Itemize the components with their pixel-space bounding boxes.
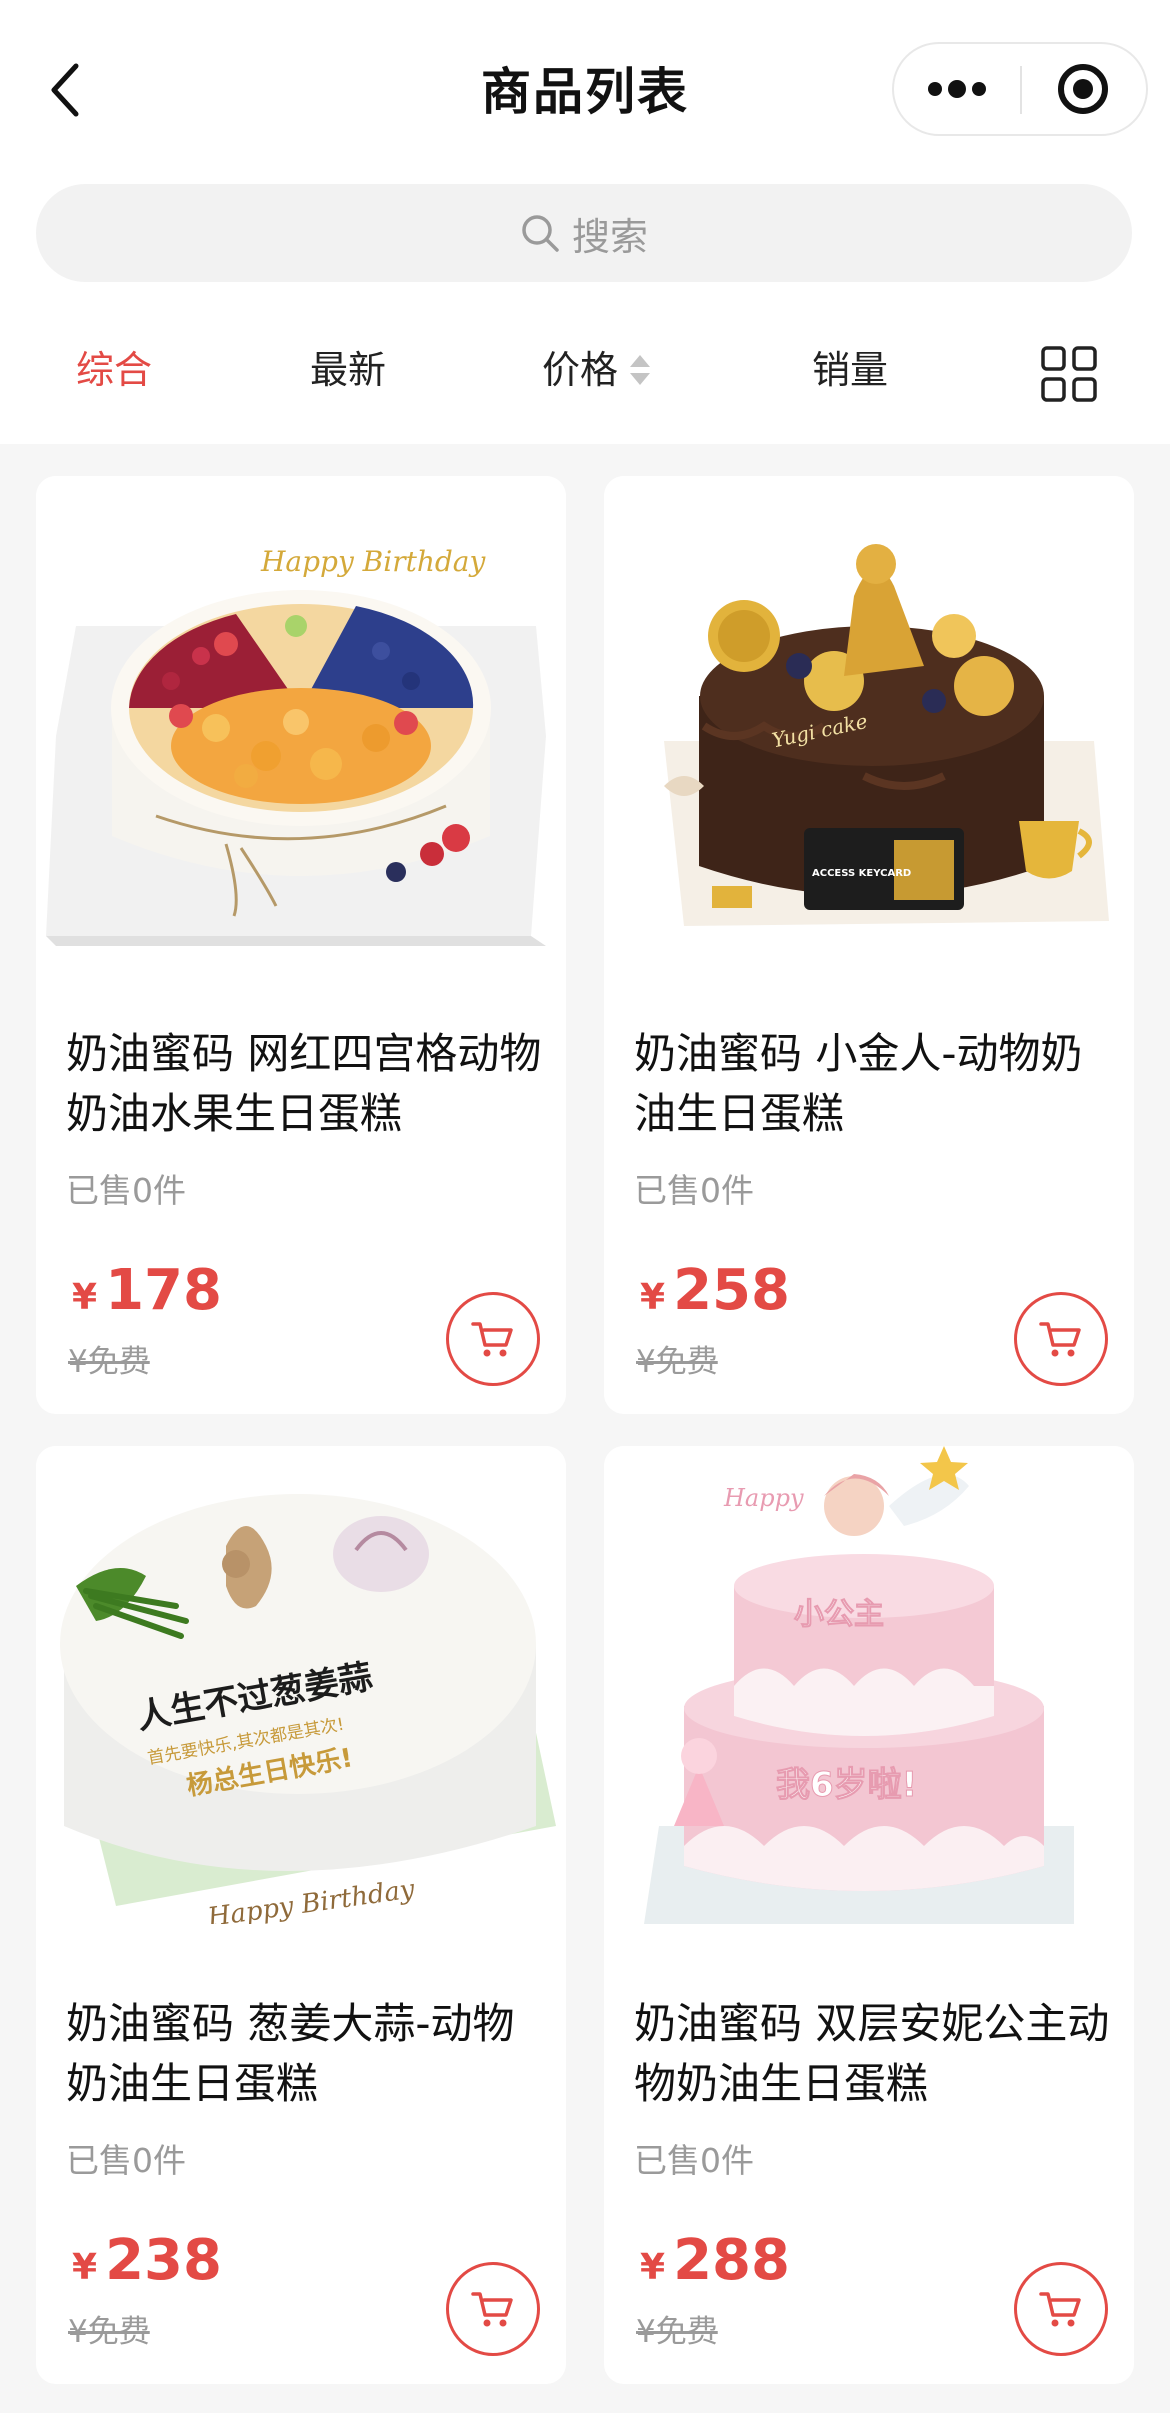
add-to-cart-button[interactable] xyxy=(446,2262,540,2356)
currency-symbol: ¥ xyxy=(72,2247,98,2288)
fruit-cake-image: Happy Birthday xyxy=(36,476,566,954)
add-to-cart-button[interactable] xyxy=(446,1292,540,1386)
product-price: ¥ 258 xyxy=(640,1258,790,1323)
original-price: ¥免费 xyxy=(68,1344,150,1380)
product-sold-count: 已售0件 xyxy=(66,1171,186,1210)
price-amount: 258 xyxy=(673,1258,790,1323)
original-price: ¥免费 xyxy=(68,2314,150,2350)
sort-arrows-icon xyxy=(628,353,652,387)
original-price: ¥免费 xyxy=(636,2314,718,2350)
cart-icon xyxy=(1039,2292,1081,2327)
original-price: ¥免费 xyxy=(636,1344,718,1380)
price-amount: 178 xyxy=(105,1258,222,1323)
product-card[interactable]: ACCESS KEYCARD Yugi cake 奶油蜜码 小金人-动物奶油生日… xyxy=(604,476,1134,1414)
currency-symbol: ¥ xyxy=(640,2247,666,2288)
product-card[interactable]: 小公主 我6岁啦! Happy 奶油蜜码 双层安妮公主动物奶油生日蛋糕 已售0件… xyxy=(604,1446,1134,2384)
tab-comprehensive[interactable]: 综合 xyxy=(76,320,152,420)
cake-bottom-text: 我6岁啦! xyxy=(776,1765,917,1805)
tab-newest[interactable]: 最新 xyxy=(310,320,386,420)
product-card[interactable]: 人生不过葱姜蒜 首先要快乐,其次都是其次! 杨总生日快乐! Happy Birt… xyxy=(36,1446,566,2384)
gold-chocolate-cake-image: ACCESS KEYCARD Yugi cake xyxy=(604,476,1134,954)
close-program-button[interactable] xyxy=(1020,44,1146,134)
header-area: 商品列表 搜索 综合 最新 价格 销量 xyxy=(0,0,1170,444)
add-to-cart-button[interactable] xyxy=(1014,1292,1108,1386)
search-icon xyxy=(522,215,559,252)
product-name: 奶油蜜码 小金人-动物奶油生日蛋糕 xyxy=(634,1029,1083,1138)
cart-icon xyxy=(471,1322,513,1357)
product-name: 奶油蜜码 双层安妮公主动物奶油生日蛋糕 xyxy=(634,1999,1110,2108)
product-card[interactable]: Happy Birthday 奶油蜜码 网红四宫格动物奶油水果生日蛋糕 已售0件… xyxy=(36,476,566,1414)
product-sold-count: 已售0件 xyxy=(66,2141,186,2180)
cart-icon xyxy=(471,2292,513,2327)
more-button[interactable] xyxy=(894,44,1020,134)
search-placeholder: 搜索 xyxy=(571,214,648,259)
currency-symbol: ¥ xyxy=(640,1277,666,1318)
product-sold-count: 已售0件 xyxy=(634,2141,754,2180)
product-name: 奶油蜜码 网红四宫格动物奶油水果生日蛋糕 xyxy=(66,1029,542,1138)
search-input[interactable]: 搜索 xyxy=(36,184,1132,282)
currency-symbol: ¥ xyxy=(72,1277,98,1318)
product-name: 奶油蜜码 葱姜大蒜-动物奶油生日蛋糕 xyxy=(66,1999,515,2108)
navigation-bar: 商品列表 xyxy=(0,0,1170,176)
princess-cake-image: 小公主 我6岁啦! Happy xyxy=(604,1446,1134,1924)
garlic-ginger-cake-image: 人生不过葱姜蒜 首先要快乐,其次都是其次! 杨总生日快乐! Happy Birt… xyxy=(36,1446,566,1924)
record-target-icon xyxy=(1058,64,1108,114)
cake-topper-text: Happy Birthday xyxy=(260,545,486,578)
layout-toggle-button[interactable] xyxy=(1040,345,1098,403)
price-amount: 238 xyxy=(105,2228,222,2293)
cake-topper-text: Happy xyxy=(723,1484,804,1512)
product-price: ¥ 178 xyxy=(72,1258,222,1323)
tab-sales[interactable]: 销量 xyxy=(812,320,888,420)
keycard-text: ACCESS KEYCARD xyxy=(812,868,911,879)
price-amount: 288 xyxy=(673,2228,790,2293)
cake-top-text: 小公主 xyxy=(794,1597,884,1632)
product-price: ¥ 288 xyxy=(640,2228,790,2293)
sort-bar: 综合 最新 价格 销量 xyxy=(0,320,1170,420)
tab-price[interactable]: 价格 xyxy=(542,320,652,420)
add-to-cart-button[interactable] xyxy=(1014,2262,1108,2356)
more-dots-icon xyxy=(928,80,986,98)
grid-layout-icon xyxy=(1041,346,1097,402)
product-price: ¥ 238 xyxy=(72,2228,222,2293)
product-sold-count: 已售0件 xyxy=(634,1171,754,1210)
tab-price-label: 价格 xyxy=(542,348,619,392)
mini-program-capsule xyxy=(892,42,1148,136)
cart-icon xyxy=(1039,1322,1081,1357)
